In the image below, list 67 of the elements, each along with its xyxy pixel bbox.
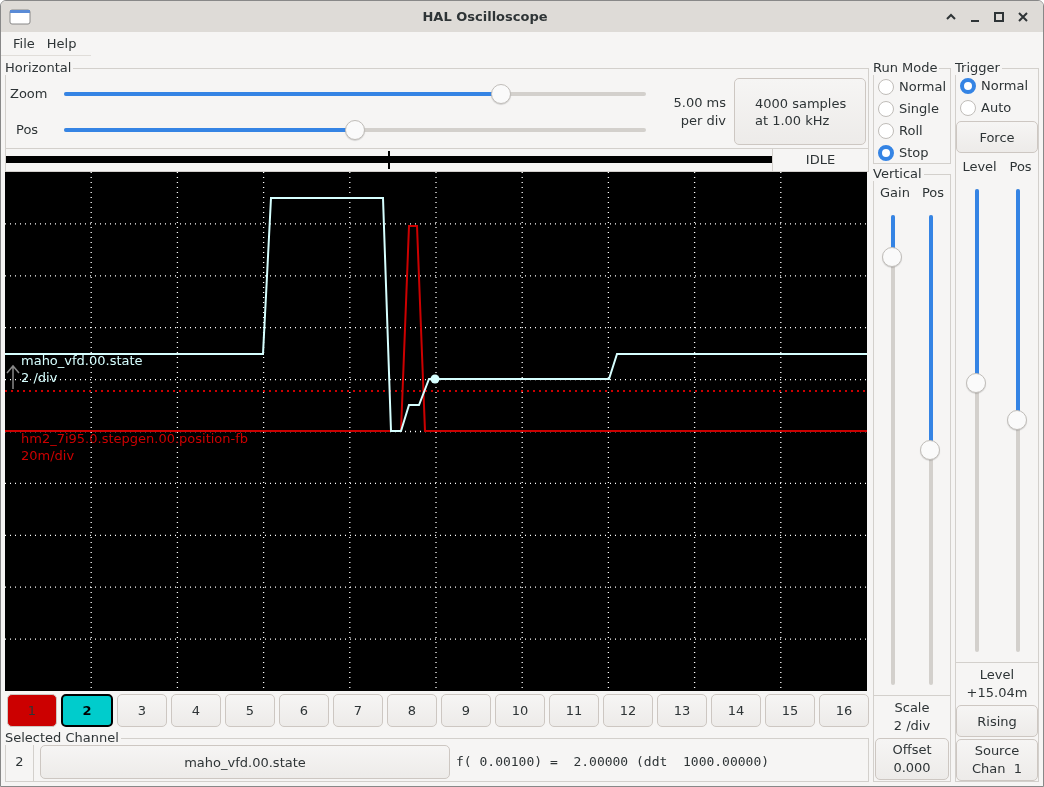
channel-button[interactable]: 11: [549, 694, 599, 727]
group-title: Horizontal: [5, 60, 74, 75]
slider-label: Zoom: [9, 84, 49, 103]
group-title: Trigger: [955, 60, 1002, 75]
channel-button[interactable]: 2: [61, 694, 113, 727]
status-text: IDLE: [772, 149, 868, 171]
radio-icon[interactable]: [878, 123, 894, 139]
trace-scale: 2 /div: [21, 369, 58, 386]
edge-button[interactable]: Rising: [956, 705, 1038, 737]
radio-option[interactable]: Single: [874, 98, 950, 120]
menu-item[interactable]: File: [7, 33, 41, 54]
slider[interactable]: [64, 118, 646, 141]
group-title: Selected Channel: [5, 730, 121, 745]
channel-button[interactable]: 13: [657, 694, 707, 727]
radio-icon[interactable]: [960, 78, 976, 94]
samples-button[interactable]: 4000 samples at 1.00 kHz: [734, 78, 866, 145]
channel-button[interactable]: 9: [441, 694, 491, 727]
slider-label: Pos: [15, 120, 40, 139]
trigger-point: [430, 374, 440, 384]
slider-thumb[interactable]: [490, 83, 511, 104]
radio-icon[interactable]: [960, 100, 976, 116]
slider-label: Pos: [921, 184, 944, 202]
channel-button[interactable]: 7: [333, 694, 383, 727]
offset-button[interactable]: Offset 0.000: [875, 738, 949, 780]
slider-thumb[interactable]: [920, 439, 940, 460]
force-button[interactable]: Force: [956, 121, 1038, 153]
slider-thumb[interactable]: [965, 373, 986, 394]
channel-button[interactable]: 15: [765, 694, 815, 727]
maximize-icon[interactable]: [992, 9, 1006, 24]
radio-option[interactable]: Stop: [874, 142, 950, 164]
source-button[interactable]: Source Chan 1: [956, 739, 1038, 781]
radio-icon[interactable]: [878, 101, 894, 117]
slider-thumb[interactable]: [882, 246, 902, 267]
radio-option[interactable]: Auto: [956, 97, 1038, 119]
slider-label: Pos: [1009, 158, 1032, 176]
slider-thumb[interactable]: [345, 119, 365, 140]
channel-button[interactable]: 12: [603, 694, 653, 727]
channel-button[interactable]: 4: [171, 694, 221, 727]
time-scale-label: 5.00 ms per div: [672, 93, 726, 130]
app-icon: [9, 8, 31, 25]
radio-option[interactable]: Normal: [874, 76, 950, 98]
channel-button[interactable]: 8: [387, 694, 437, 727]
channel-button[interactable]: 14: [711, 694, 761, 727]
channel-button[interactable]: 3: [117, 694, 167, 727]
radio-option[interactable]: Normal: [956, 75, 1038, 97]
channel-button[interactable]: 6: [279, 694, 329, 727]
radio-icon[interactable]: [878, 145, 894, 161]
menu-item[interactable]: Help: [40, 33, 83, 54]
channel-button[interactable]: 10: [495, 694, 545, 727]
channel-number: 2: [6, 743, 34, 781]
trace-scale: 20m/div: [21, 447, 75, 464]
channel-marker-icon: [6, 364, 20, 390]
group-title: Run Mode: [873, 60, 940, 75]
close-icon[interactable]: [1016, 9, 1030, 24]
window-title: HAL Oscilloscope: [421, 7, 549, 26]
channel-button[interactable]: 5: [225, 694, 275, 727]
radio-option[interactable]: Roll: [874, 120, 950, 142]
trace-name: hm2_7i95.0.stepgen.00.position-fb: [21, 430, 249, 447]
slider-thumb[interactable]: [1006, 410, 1027, 431]
trace-name: maho_vfd.00.state: [21, 352, 143, 369]
group-title: Vertical: [873, 166, 924, 181]
value-readout: f( 0.00100) = 2.00000 (ddt 1000.00000): [456, 753, 770, 772]
slider-label: Gain: [880, 184, 910, 202]
slider-label: Level: [962, 158, 997, 176]
channel-button[interactable]: 16: [819, 694, 869, 727]
radio-icon[interactable]: [878, 79, 894, 95]
channel-name-button[interactable]: maho_vfd.00.state: [40, 745, 450, 779]
